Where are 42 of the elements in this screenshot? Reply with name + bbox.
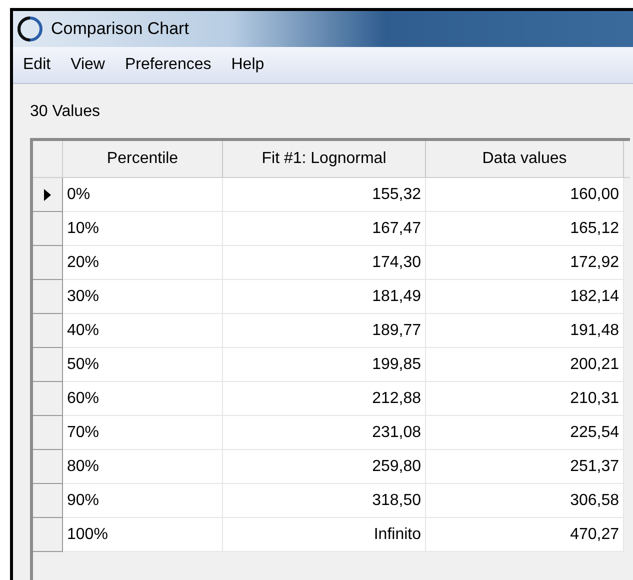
table-cell: 10%: [63, 212, 223, 246]
table-cell: 199,85: [223, 348, 426, 382]
table-cell: 251,37: [426, 450, 624, 484]
menu-item[interactable]: Edit: [19, 53, 55, 77]
table-cell: 40%: [63, 314, 223, 348]
table-cell: 160,00: [426, 178, 624, 212]
table-cell: 182,14: [426, 280, 624, 314]
window-title: Comparison Chart: [51, 18, 189, 40]
table-cell: 231,08: [223, 416, 426, 450]
menu-item[interactable]: Preferences: [120, 53, 216, 77]
table-cell: 172,92: [426, 246, 624, 280]
table-cell: 181,49: [223, 280, 426, 314]
table-cell: 259,80: [223, 450, 426, 484]
table-cell: 30%: [63, 280, 223, 314]
table-cell: Infinito: [223, 518, 426, 552]
table-cell: 174,30: [223, 246, 426, 280]
table-cell: 200,21: [426, 348, 624, 382]
table-cell: 306,58: [426, 484, 624, 518]
table-cell: 165,12: [426, 212, 624, 246]
table-cell: 318,50: [223, 484, 426, 518]
table-cell: 50%: [63, 348, 223, 382]
table-cell: 189,77: [223, 314, 426, 348]
table-cell: 90%: [63, 484, 223, 518]
current-row-icon: [44, 188, 51, 200]
table-cell: 191,48: [426, 314, 624, 348]
menu-item[interactable]: View: [66, 53, 109, 77]
table-cell: 210,31: [426, 382, 624, 416]
table-cell: 155,32: [223, 178, 426, 212]
table-cell: 225,54: [426, 416, 624, 450]
table-cell: 100%: [63, 518, 223, 552]
table-cell: 80%: [63, 450, 223, 484]
table-cell: 70%: [63, 416, 223, 450]
menu-item[interactable]: Help: [227, 53, 268, 77]
table-cell: 167,47: [223, 212, 426, 246]
values-count: 30 Values: [30, 103, 100, 120]
table-cell: 212,88: [223, 382, 426, 416]
table-cell: 470,27: [426, 518, 624, 552]
table-cell: 0%: [63, 178, 223, 212]
row-header[interactable]: [33, 178, 63, 212]
table-cell: 20%: [63, 246, 223, 280]
app-logo-icon: [17, 16, 43, 42]
table-cell: 60%: [63, 382, 223, 416]
